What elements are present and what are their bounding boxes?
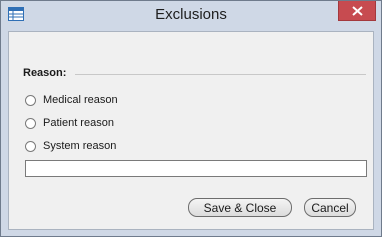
save-and-close-button[interactable]: Save & Close: [188, 198, 292, 217]
radio-button[interactable]: [25, 117, 36, 129]
radio-button[interactable]: [25, 94, 36, 106]
medical-reason-option[interactable]: Medical reason: [25, 92, 118, 108]
exclusions-dialog: Exclusions Reason: Medical reason Patien…: [0, 0, 382, 237]
title-bar[interactable]: Exclusions: [1, 1, 381, 31]
system-reason-option[interactable]: System reason: [25, 138, 116, 154]
reason-group-label: Reason:: [23, 67, 67, 79]
close-icon: [351, 5, 363, 16]
reason-text-input[interactable]: [25, 160, 367, 177]
radio-button[interactable]: [25, 140, 36, 152]
group-divider: [75, 74, 366, 75]
patient-reason-option[interactable]: Patient reason: [25, 115, 114, 131]
radio-label: Patient reason: [43, 117, 114, 129]
close-button[interactable]: [338, 1, 376, 21]
cancel-button[interactable]: Cancel: [304, 198, 356, 217]
window-title: Exclusions: [155, 6, 227, 23]
dialog-body: Reason: Medical reason Patient reason Sy…: [8, 31, 374, 230]
radio-label: Medical reason: [43, 94, 118, 106]
radio-label: System reason: [43, 140, 117, 152]
